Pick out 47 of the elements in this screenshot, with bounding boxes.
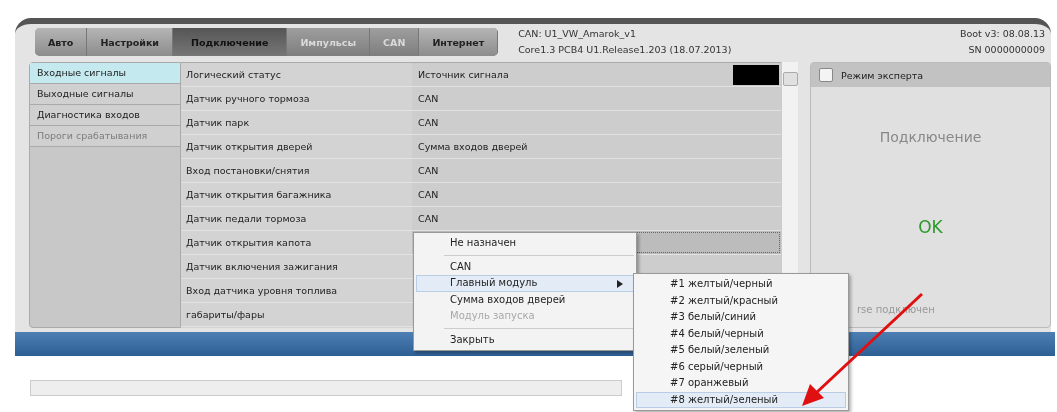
table-cell[interactable]: CAN bbox=[412, 207, 781, 230]
menu-item[interactable]: Не назначен bbox=[414, 235, 636, 252]
tab[interactable]: Настройки bbox=[87, 28, 173, 56]
expert-mode-label: Режим эксперта bbox=[841, 69, 924, 81]
menu-item[interactable]: #4 белый/черный bbox=[634, 325, 848, 342]
status-text: OK bbox=[917, 217, 944, 237]
menu-item[interactable]: Сумма входов дверей bbox=[414, 291, 636, 308]
menu-item[interactable]: #3 белый/синий bbox=[634, 309, 848, 326]
firmware-text: Core1.3 PCB4 U1.Release1.203 (18.07.2013) bbox=[518, 44, 732, 55]
panel-title: Подключение bbox=[878, 129, 983, 145]
table-cell-text: Вход постановки/снятия bbox=[185, 165, 311, 176]
table-cell-text: Датчик педали тормоза bbox=[185, 213, 308, 224]
table-cell[interactable]: Сумма входов дверей bbox=[412, 135, 781, 158]
menu-item[interactable]: Закрыть bbox=[414, 331, 636, 348]
table-cell-text: Датчик ручного тормоза bbox=[185, 93, 311, 104]
menu-item[interactable]: #2 желтый/красный bbox=[634, 292, 848, 309]
menu-item[interactable]: #5 белый/зеленый bbox=[634, 342, 848, 359]
menu-item[interactable]: #1 желтый/черный bbox=[634, 276, 848, 293]
table-cell-text: габариты/фары bbox=[185, 309, 266, 320]
table-cell[interactable]: CAN bbox=[412, 183, 781, 206]
indicator-block bbox=[733, 65, 779, 85]
menu-item[interactable]: CAN bbox=[414, 258, 636, 275]
sidebar-item[interactable]: Входные сигналы bbox=[30, 63, 180, 84]
submenu-arrow-icon bbox=[617, 280, 623, 288]
table-cell-text: Датчик парк bbox=[185, 117, 251, 128]
expert-mode-checkbox[interactable] bbox=[819, 68, 833, 82]
table-cell-text: Вход датчика уровня топлива bbox=[185, 285, 339, 296]
menu-item[interactable]: #7 оранжевый bbox=[634, 375, 848, 392]
menu-item[interactable]: #8 желтый/зеленый bbox=[636, 391, 846, 408]
column-header: Логический статус bbox=[185, 69, 282, 80]
tab[interactable]: Интернет bbox=[419, 28, 499, 56]
menu-item[interactable]: Главный модуль bbox=[416, 275, 634, 292]
table-cell[interactable]: CAN bbox=[412, 159, 781, 182]
table-cell-text: Датчик открытия дверей bbox=[185, 141, 314, 152]
table-cell-text: Датчик включения зажигания bbox=[185, 261, 339, 272]
sidebar-item[interactable]: Выходные сигналы bbox=[30, 84, 180, 105]
can-profile-text: CAN: U1_VW_Amarok_v1 bbox=[518, 28, 637, 39]
boot-version-text: Boot v3: 08.08.13 bbox=[959, 28, 1045, 39]
table-cell-text: Датчик открытия капота bbox=[185, 237, 313, 248]
table-cell[interactable]: CAN bbox=[412, 111, 781, 134]
table-cell-text: Датчик открытия багажника bbox=[185, 189, 333, 200]
menu-item[interactable]: #6 серый/черный bbox=[634, 358, 848, 375]
tab[interactable]: Авто bbox=[35, 28, 88, 56]
table-cell[interactable]: CAN bbox=[412, 87, 781, 110]
sidebar-item[interactable]: Диагностика входов bbox=[30, 105, 180, 126]
horizontal-scrollbar[interactable] bbox=[30, 380, 622, 396]
serial-number-text: SN 0000000009 bbox=[968, 44, 1045, 55]
